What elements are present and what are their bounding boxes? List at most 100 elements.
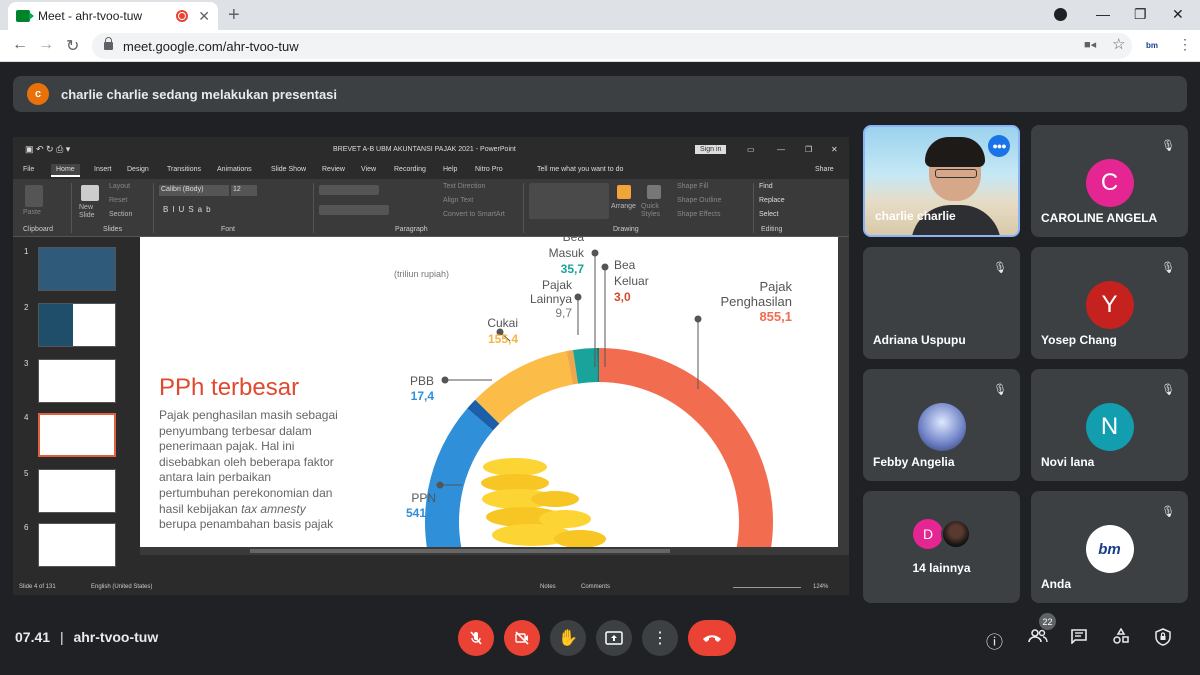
window-close-button[interactable]: ✕ bbox=[1172, 6, 1184, 23]
mic-off-icon: 🎙︎ bbox=[1158, 257, 1178, 277]
url-bar[interactable]: meet.google.com/ahr-tvoo-tuw bbox=[92, 33, 1132, 59]
meeting-info: 07.41 | ahr-tvoo-tuw bbox=[15, 629, 158, 645]
unit-note: (triliun rupiah) bbox=[394, 269, 450, 279]
back-arrow-icon[interactable]: ← bbox=[12, 36, 28, 54]
slide-thumbnail bbox=[38, 523, 116, 567]
notes-label: Notes bbox=[540, 584, 556, 590]
speaking-indicator-icon: ●●● bbox=[988, 135, 1010, 157]
people-icon[interactable] bbox=[1028, 628, 1048, 649]
participant-name: CAROLINE ANGELA bbox=[1041, 211, 1158, 225]
ribbon-separator bbox=[313, 183, 314, 233]
more-options-button[interactable]: ⋮ bbox=[642, 620, 678, 656]
pp-tab-active: Home bbox=[51, 164, 80, 177]
participant-logo-avatar: bm bbox=[1085, 525, 1134, 573]
ribbon-separator bbox=[753, 183, 754, 233]
pp-restore-icon: ❐ bbox=[805, 145, 813, 154]
list-icons bbox=[319, 185, 379, 195]
mic-toggle-button[interactable] bbox=[458, 620, 494, 656]
presentation-banner-text: charlie charlie sedang melakukan present… bbox=[61, 86, 338, 102]
participant-tile[interactable]: 🎙︎ Adriana Uspupu bbox=[863, 247, 1020, 359]
pp-minimize-icon: — bbox=[777, 145, 785, 154]
pp-ribbon: Paste New Slide Layout Reset Section Cal… bbox=[13, 179, 849, 237]
host-controls-icon[interactable] bbox=[1154, 628, 1172, 651]
lock-icon bbox=[104, 37, 113, 50]
tab-title: Meet - ahr-tvoo-tuw bbox=[38, 9, 143, 23]
participant-tile-camera[interactable]: ●●● charlie charlie bbox=[863, 125, 1020, 237]
thumb-number: 5 bbox=[24, 469, 29, 478]
participant-avatar: D bbox=[913, 519, 943, 549]
new-slide-icon bbox=[81, 185, 99, 201]
pp-tab: Transitions bbox=[167, 166, 201, 173]
thumb-number: 2 bbox=[24, 303, 29, 312]
camera-toggle-button[interactable] bbox=[504, 620, 540, 656]
meeting-time: 07.41 bbox=[15, 629, 51, 645]
label-bea-masuk: Bea Masuk 35,7 bbox=[534, 237, 584, 277]
new-tab-button[interactable]: + bbox=[228, 4, 240, 27]
activities-icon[interactable] bbox=[1112, 627, 1130, 649]
ribbon-group-label: Editing bbox=[761, 226, 783, 233]
thumb-number: 1 bbox=[24, 247, 29, 256]
menu-dots-icon[interactable]: ⋮ bbox=[1178, 36, 1192, 53]
others-count-label: 14 lainnya bbox=[912, 561, 971, 575]
coins-illustration bbox=[481, 458, 606, 547]
pp-ribbon-display-icon: ▭ bbox=[747, 145, 755, 154]
ribbon-group-label: Font bbox=[221, 226, 236, 233]
label-ppn-name: PPN bbox=[411, 491, 436, 505]
label-bea-masuk-value: 35,7 bbox=[560, 262, 584, 276]
ribbon-separator bbox=[71, 183, 72, 233]
mic-off-icon: 🎙︎ bbox=[990, 257, 1010, 277]
ribbon-separator bbox=[153, 183, 154, 233]
present-button[interactable] bbox=[596, 620, 632, 656]
pp-status-bar: Slide 4 of 131 English (United States) N… bbox=[13, 579, 849, 595]
label-bea-keluar: Bea Keluar 3,0 bbox=[614, 257, 670, 305]
extension-icon[interactable]: bm bbox=[1146, 41, 1158, 50]
slide-heading: PPh terbesar bbox=[159, 374, 300, 401]
reload-icon[interactable]: ↻ bbox=[66, 36, 79, 56]
slide-thumbnail bbox=[38, 247, 116, 291]
camera-icon[interactable]: ■◂ bbox=[1084, 38, 1096, 51]
restore-button[interactable]: ❐ bbox=[1134, 6, 1147, 23]
tab-close-icon[interactable]: ✕ bbox=[198, 8, 210, 25]
participant-tile[interactable]: 🎙︎ C CAROLINE ANGELA bbox=[1031, 125, 1188, 237]
slide-thumbnail bbox=[38, 469, 116, 513]
zoom-slider bbox=[733, 587, 801, 588]
browser-tab[interactable]: Meet - ahr-tvoo-tuw ✕ bbox=[8, 2, 218, 30]
participant-tile[interactable]: 🎙︎ Y Yosep Chang bbox=[1031, 247, 1188, 359]
participant-tile[interactable]: 🎙︎ N Novi lana bbox=[1031, 369, 1188, 481]
forward-arrow-icon[interactable]: → bbox=[38, 36, 54, 54]
participant-tile[interactable]: 🎙︎ Febby Angelia bbox=[863, 369, 1020, 481]
present-screen-icon bbox=[605, 631, 623, 645]
label-pajak-lainnya-name: Pajak Lainnya bbox=[529, 278, 572, 306]
quick-styles-label: Quick Styles bbox=[641, 203, 661, 218]
raise-hand-button[interactable]: ✋ bbox=[550, 620, 586, 656]
shape-effects-label: Shape Effects bbox=[677, 211, 721, 218]
mic-off-icon bbox=[470, 631, 482, 645]
slide-body-text: Pajak penghasilan masih sebagai penyumba… bbox=[159, 408, 338, 516]
meeting-details-icon[interactable]: ⓘ bbox=[986, 628, 1003, 653]
participant-name: Adriana Uspupu bbox=[873, 333, 966, 347]
hand-icon: ✋ bbox=[558, 630, 578, 647]
browser-tab-bar: Meet - ahr-tvoo-tuw ✕ + — ❐ ✕ bbox=[0, 0, 1200, 30]
save-icon: ▣ ↶ ↻ ⎙ ▾ bbox=[25, 144, 71, 154]
slide-counter: Slide 4 of 131 bbox=[19, 584, 56, 590]
participant-tile-others[interactable]: D 14 lainnya bbox=[863, 491, 1020, 603]
meet-favicon-icon bbox=[16, 10, 34, 22]
participant-name: Novi lana bbox=[1041, 455, 1095, 469]
profile-dropdown-icon[interactable] bbox=[1054, 8, 1067, 21]
minimize-button[interactable]: — bbox=[1096, 6, 1110, 22]
chat-icon[interactable] bbox=[1070, 628, 1088, 649]
label-pajak-penghasilan: Pajak Penghasilan 855,1 bbox=[692, 279, 792, 324]
leave-call-button[interactable] bbox=[688, 620, 736, 656]
label-cukai-value: 155,4 bbox=[487, 332, 518, 346]
pp-tab: View bbox=[361, 166, 377, 173]
align-text-label: Align Text bbox=[443, 197, 474, 204]
label-ppn: PPN 541,8 bbox=[390, 491, 436, 521]
recording-indicator-icon bbox=[176, 10, 189, 22]
bookmark-star-icon[interactable]: ☆ bbox=[1112, 35, 1125, 53]
shared-screen: ▣ ↶ ↻ ⎙ ▾ BREVET A-B UBM AKUNTANSI PAJAK… bbox=[13, 137, 849, 595]
slide-thumbnail bbox=[38, 359, 116, 403]
mic-off-icon: 🎙︎ bbox=[1158, 135, 1178, 155]
participant-tile-self[interactable]: 🎙︎ bm Anda bbox=[1031, 491, 1188, 603]
participant-photo-avatar bbox=[917, 403, 966, 451]
pp-tab: Recording bbox=[394, 166, 426, 173]
